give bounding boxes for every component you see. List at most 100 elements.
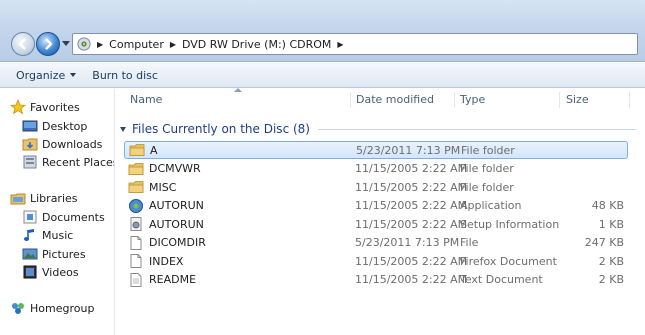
organize-button[interactable]: Organize: [16, 68, 77, 82]
breadcrumb-dvd-drive[interactable]: DVD RW Drive (M:) CDROM: [182, 38, 331, 51]
forward-button[interactable]: [36, 32, 60, 56]
address-bar[interactable]: ▶ Computer ▶ DVD RW Drive (M:) CDROM ▶: [72, 33, 638, 55]
organize-label: Organize: [16, 68, 66, 82]
file-row[interactable]: README 11/15/2005 2:22 AM Text Document 2 K…: [124, 271, 628, 289]
arrow-left-icon: [18, 38, 26, 50]
file-type: File folder: [461, 143, 515, 157]
column-header-type[interactable]: Type: [460, 89, 485, 111]
file-type: Application: [460, 199, 522, 212]
file-name-cell[interactable]: INDEX: [128, 253, 183, 269]
file-date: 11/15/2005 2:22 AM: [355, 254, 468, 268]
file-date: 11/15/2005 2:22 AM: [355, 217, 468, 231]
file-name: AUTORUN: [149, 199, 204, 212]
nav-videos[interactable]: Videos: [22, 264, 79, 280]
group-header[interactable]: Files Currently on the Disc (8): [120, 119, 640, 139]
file-type: Firefox Document: [460, 254, 557, 268]
file-row[interactable]: AUTORUN 11/15/2005 2:22 AM Setup Informati…: [124, 215, 628, 233]
file-size: 2 KB: [598, 273, 624, 286]
file-type: Setup Information: [460, 217, 560, 231]
group-label: Files Currently on the Disc (8): [132, 122, 310, 136]
file-name-cell[interactable]: DICOMDIR: [128, 235, 206, 251]
file-row[interactable]: DICOMDIR 5/23/2011 7:13 PM File 247 KB: [124, 234, 628, 252]
file-name: DCMVWR: [149, 162, 201, 175]
nav-documents[interactable]: Documents: [22, 209, 105, 225]
file-size: 247 KB: [584, 236, 624, 249]
command-bar: Organize Burn to disc: [0, 63, 645, 88]
nav-homegroup[interactable]: Homegroup: [10, 300, 94, 316]
file-row[interactable]: DCMVWR 11/15/2005 2:22 AM File folder: [124, 160, 628, 178]
file-date: 11/15/2005 2:22 AM: [355, 199, 468, 212]
file-name: A: [150, 143, 158, 157]
file-type: Text Document: [460, 273, 543, 286]
text-file-icon: [130, 272, 142, 287]
file-date: 11/15/2005 2:22 AM: [355, 162, 468, 175]
application-icon: [129, 198, 143, 213]
file-name: MISC: [149, 180, 177, 194]
file-type: File: [460, 236, 479, 249]
collapse-triangle-icon[interactable]: [120, 126, 126, 132]
music-note-icon: [24, 229, 34, 241]
nav-desktop[interactable]: Desktop: [22, 118, 87, 134]
file-name: DICOMDIR: [149, 236, 206, 249]
file-icon: [130, 254, 142, 268]
file-row[interactable]: MISC 11/15/2005 2:22 AM File folder: [124, 178, 628, 196]
file-type: File folder: [460, 162, 514, 175]
file-name-cell[interactable]: DCMVWR: [128, 161, 201, 177]
chevron-right-icon: ▶: [97, 39, 104, 49]
nav-music[interactable]: Music: [22, 227, 73, 243]
burn-label: Burn to disc: [92, 68, 158, 82]
back-button[interactable]: [11, 32, 35, 56]
file-list-pane: Name Date modified Type Size Files Curre…: [116, 88, 645, 335]
window-titlebar: ▶ Computer ▶ DVD RW Drive (M:) CDROM ▶: [0, 0, 645, 62]
recent-pages-dropdown[interactable]: [62, 41, 70, 46]
file-name-cell[interactable]: AUTORUN: [128, 216, 204, 232]
nav-downloads[interactable]: Downloads: [22, 136, 102, 152]
column-divider[interactable]: [454, 92, 455, 108]
file-row[interactable]: AUTORUN 11/15/2005 2:22 AM Application 48 K…: [124, 197, 628, 215]
file-date: 11/15/2005 2:22 AM: [355, 180, 468, 194]
file-name: INDEX: [149, 254, 184, 268]
burn-to-disc-button[interactable]: Burn to disc: [92, 69, 158, 82]
nav-pictures[interactable]: Pictures: [22, 246, 86, 262]
videos-icon: [23, 265, 37, 279]
column-header-date[interactable]: Date modified: [356, 89, 434, 111]
navigation-pane: Favorites Desktop Downloads Recent Place…: [0, 89, 115, 335]
file-name-cell[interactable]: AUTORUN: [128, 198, 204, 214]
downloads-folder-icon: [22, 138, 38, 151]
breadcrumb-computer[interactable]: Computer: [109, 38, 164, 51]
chevron-right-icon[interactable]: ▶: [170, 40, 176, 49]
documents-icon: [23, 210, 37, 224]
file-size: 2 KB: [598, 254, 624, 268]
setup-info-icon: [130, 217, 142, 231]
homegroup-icon: [12, 303, 24, 314]
nav-recent-places[interactable]: Recent Places: [22, 154, 114, 170]
folder-icon: [128, 162, 144, 175]
column-divider[interactable]: [559, 92, 560, 108]
nav-libraries[interactable]: Libraries: [10, 190, 78, 206]
desktop-icon: [22, 120, 38, 132]
file-date: 5/23/2011 7:13 PM: [356, 143, 461, 157]
file-size: 48 KB: [591, 199, 624, 212]
file-name-cell[interactable]: A: [129, 142, 158, 158]
file-date: 5/23/2011 7:13 PM: [355, 236, 460, 249]
file-icon: [130, 235, 142, 250]
column-divider[interactable]: [629, 92, 630, 108]
file-row[interactable]: A 5/23/2011 7:13 PM File folder: [124, 141, 628, 159]
file-size: 1 KB: [598, 217, 624, 231]
chevron-down-icon: [70, 73, 77, 77]
column-header-size[interactable]: Size: [566, 89, 589, 111]
folder-icon: [129, 144, 145, 156]
recent-places-icon: [23, 155, 37, 169]
column-divider[interactable]: [350, 92, 351, 108]
dvd-drive-icon: [77, 37, 91, 51]
file-name-cell[interactable]: MISC: [128, 179, 176, 195]
nav-favorites[interactable]: Favorites: [10, 99, 80, 115]
pictures-icon: [22, 248, 38, 260]
star-icon: [10, 99, 26, 115]
libraries-icon: [10, 193, 26, 205]
file-row[interactable]: INDEX 11/15/2005 2:22 AM Firefox Document 2…: [124, 252, 628, 270]
chevron-right-icon[interactable]: ▶: [337, 40, 343, 49]
sort-ascending-icon: [234, 88, 242, 92]
file-name-cell[interactable]: README: [128, 272, 196, 288]
column-header-name[interactable]: Name: [130, 89, 162, 111]
